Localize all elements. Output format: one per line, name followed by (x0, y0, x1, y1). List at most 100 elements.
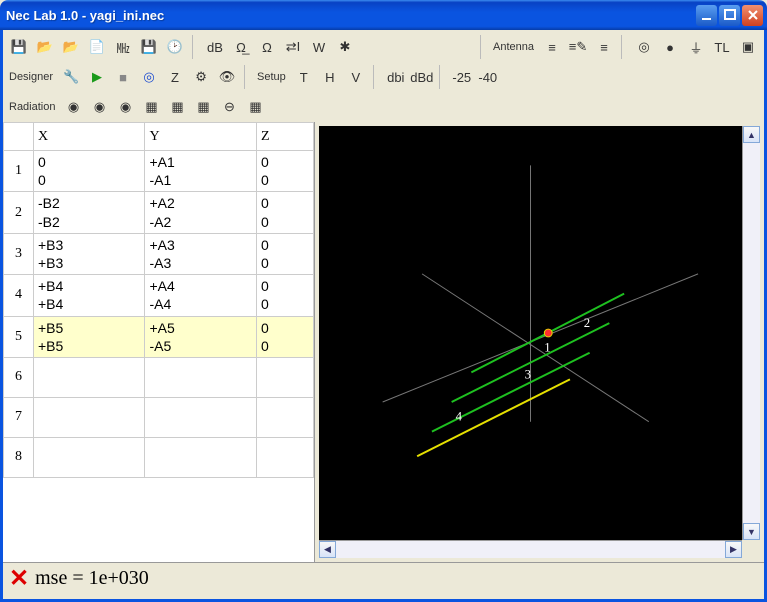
table-row[interactable]: 100+A1-A100 (4, 151, 314, 192)
cell-z[interactable] (256, 397, 313, 437)
cell-y[interactable]: +A1-A1 (145, 151, 256, 192)
text-v-icon[interactable]: V (344, 65, 368, 89)
polar1-icon[interactable]: ◉ (61, 95, 85, 119)
wrench-icon[interactable]: 🔧 (59, 65, 83, 89)
eye-icon[interactable]: 👁 (215, 65, 239, 89)
ohm-underline-icon[interactable]: Ω̲ (229, 35, 253, 59)
polar2-icon[interactable]: ◉ (87, 95, 111, 119)
cell-x[interactable]: +B4+B4 (34, 275, 145, 316)
close-button[interactable] (742, 5, 763, 26)
db-icon[interactable]: dB (203, 35, 227, 59)
scroll-left-icon[interactable]: ◀ (319, 541, 336, 558)
hscroll-track[interactable] (336, 541, 725, 558)
w-icon[interactable]: W (307, 35, 331, 59)
table-row[interactable]: 3+B3+B3+A3-A300 (4, 233, 314, 274)
text-h-icon[interactable]: H (318, 65, 342, 89)
mhz-icon[interactable]: ㎒ (111, 35, 135, 59)
open-icon[interactable]: 📂 (59, 35, 83, 59)
tl-icon[interactable]: TL (710, 35, 734, 59)
target-icon[interactable]: ◎ (137, 65, 161, 89)
sliders-icon[interactable]: ⚙ (189, 65, 213, 89)
cross-arrows-icon[interactable]: ✱ (333, 35, 357, 59)
antenna-green2-icon[interactable]: ≡ (592, 35, 616, 59)
save-icon[interactable]: 💾 (7, 35, 31, 59)
table-row[interactable]: 8 (4, 437, 314, 477)
play-icon[interactable]: ▶ (85, 65, 109, 89)
ohm-icon[interactable]: Ω (255, 35, 279, 59)
torus-icon[interactable]: ⊖ (217, 95, 241, 119)
col-y: Y (145, 123, 256, 151)
vertical-scrollbar[interactable]: ▲ ▼ (742, 126, 760, 540)
cell-z[interactable]: 00 (256, 192, 313, 233)
cell-x[interactable] (34, 397, 145, 437)
cell-z[interactable] (256, 357, 313, 397)
horizontal-scrollbar[interactable]: ◀ ▶ (319, 540, 742, 558)
rect1-icon[interactable]: ▦ (139, 95, 163, 119)
cell-y[interactable] (145, 397, 256, 437)
neg25-icon[interactable]: -25 (450, 65, 474, 89)
scroll-right-icon[interactable]: ▶ (725, 541, 742, 558)
disk-a-icon[interactable]: 💾 (137, 35, 161, 59)
polar3-icon[interactable]: ◉ (113, 95, 137, 119)
neg40-icon[interactable]: -40 (476, 65, 500, 89)
folder-play-icon[interactable]: 📂 (33, 35, 57, 59)
table-row[interactable]: 4+B4+B4+A4-A400 (4, 275, 314, 316)
cell-z[interactable]: 00 (256, 151, 313, 192)
cell-y[interactable]: +A3-A3 (145, 233, 256, 274)
table-row[interactable]: 5+B5+B5+A5-A500 (4, 316, 314, 357)
maximize-button[interactable] (719, 5, 740, 26)
toolbar-row-3: Radiation◉◉◉▦▦▦⊖▦ (7, 92, 760, 122)
cell-x[interactable]: 00 (34, 151, 145, 192)
dbd-icon[interactable]: dBd (410, 65, 434, 89)
table-row[interactable]: 6 (4, 357, 314, 397)
rect3-icon[interactable]: ▦ (191, 95, 215, 119)
cell-y[interactable]: +A4-A4 (145, 275, 256, 316)
setup-label: Setup (255, 71, 290, 83)
table-row[interactable]: 7 (4, 397, 314, 437)
scroll-up-icon[interactable]: ▲ (743, 126, 760, 143)
grid3d-icon[interactable]: ▦ (243, 95, 267, 119)
antenna-label: Antenna (491, 41, 538, 53)
titlebar: Nec Lab 1.0 - yagi_ini.nec (0, 0, 767, 30)
cell-y[interactable] (145, 357, 256, 397)
wire-label-1: 1 (544, 341, 550, 355)
cell-z[interactable] (256, 437, 313, 477)
cell-x[interactable] (34, 357, 145, 397)
cell-y[interactable] (145, 437, 256, 477)
text-t-icon[interactable]: T (292, 65, 316, 89)
clock-icon[interactable]: 🕑 (163, 35, 187, 59)
vscroll-track[interactable] (743, 143, 760, 523)
cell-x[interactable]: +B5+B5 (34, 316, 145, 357)
cell-x[interactable] (34, 437, 145, 477)
antenna-mod-icon[interactable]: ≡✎ (566, 35, 590, 59)
circle-icon[interactable]: ● (658, 35, 682, 59)
separator (439, 65, 445, 89)
viewport-wrap: 1 2 3 4 ▲ ▼ ◀ ▶ (319, 126, 760, 558)
stop-icon[interactable]: ■ (111, 65, 135, 89)
scroll-down-icon[interactable]: ▼ (743, 523, 760, 540)
dbi-icon[interactable]: dbi (384, 65, 408, 89)
coordinates-table[interactable]: X Y Z 100+A1-A1002-B2-B2+A2-A2003+B3+B3+… (3, 122, 314, 562)
window-icon[interactable]: ▣ (736, 35, 760, 59)
minimize-button[interactable] (696, 5, 717, 26)
row-number: 1 (4, 151, 34, 192)
cell-y[interactable]: +A5-A5 (145, 316, 256, 357)
statusbar: ✕ mse = 1e+030 (3, 562, 764, 594)
cell-z[interactable]: 00 (256, 316, 313, 357)
arrows-i-icon[interactable]: ⇄I (281, 35, 305, 59)
antenna-green-icon[interactable]: ≡ (540, 35, 564, 59)
cell-y[interactable]: +A2-A2 (145, 192, 256, 233)
window-title: Nec Lab 1.0 - yagi_ini.nec (6, 8, 696, 23)
ground-icon[interactable]: ⏚ (684, 35, 708, 59)
cell-z[interactable]: 00 (256, 275, 313, 316)
cell-x[interactable]: +B3+B3 (34, 233, 145, 274)
row-number: 8 (4, 437, 34, 477)
3d-viewport[interactable]: 1 2 3 4 (319, 126, 742, 540)
z-box-icon[interactable]: Z (163, 65, 187, 89)
cell-z[interactable]: 00 (256, 233, 313, 274)
globe-icon[interactable]: ◎ (632, 35, 656, 59)
rect2-icon[interactable]: ▦ (165, 95, 189, 119)
document-icon[interactable]: 📄 (85, 35, 109, 59)
table-row[interactable]: 2-B2-B2+A2-A200 (4, 192, 314, 233)
cell-x[interactable]: -B2-B2 (34, 192, 145, 233)
